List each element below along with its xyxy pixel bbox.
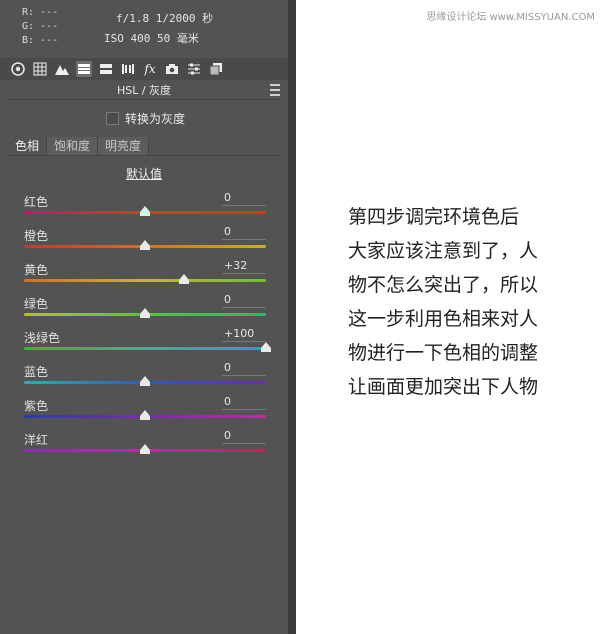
mountain-icon[interactable] xyxy=(54,61,70,77)
slider-aqua: 浅绿色 +100 xyxy=(24,327,271,363)
slider-label: 紫色 xyxy=(24,399,49,413)
slider-track[interactable] xyxy=(24,347,266,350)
slider-thumb[interactable] xyxy=(140,410,150,420)
slider-green: 绿色 0 xyxy=(24,293,270,329)
value-underline xyxy=(222,443,266,444)
article-text: 第四步调完环境色后 大家应该注意到了，人 物不怎么突出了，所以 这一步利用色相来… xyxy=(348,200,588,404)
hsl-tabs: 色相 饱和度 明亮度 xyxy=(8,137,150,155)
convert-grayscale-label: 转换为灰度 xyxy=(125,112,186,126)
convert-grayscale-option[interactable]: 转换为灰度 xyxy=(106,110,185,127)
presets-icon[interactable] xyxy=(208,61,224,77)
text-line: 大家应该注意到了，人 xyxy=(348,240,539,262)
slider-thumb[interactable] xyxy=(261,342,271,352)
slider-yellow: 黄色 +32 xyxy=(24,259,270,295)
exif-aperture-shutter: f/1.8 1/2000 秒 xyxy=(116,12,214,25)
aperture-icon[interactable] xyxy=(10,61,26,77)
slider-blue: 蓝色 0 xyxy=(24,361,270,397)
slider-thumb[interactable] xyxy=(140,240,150,250)
slider-value-field[interactable]: 0 xyxy=(224,293,231,306)
text-line: 第四步调完环境色后 xyxy=(348,206,520,228)
convert-grayscale-checkbox[interactable] xyxy=(106,112,119,125)
slider-label: 红色 xyxy=(24,195,49,209)
slider-thumb[interactable] xyxy=(179,274,189,284)
panel-menu-icon[interactable] xyxy=(270,84,280,96)
hsl-icon[interactable] xyxy=(76,61,92,77)
value-underline xyxy=(222,375,266,376)
panel-border xyxy=(288,0,296,634)
value-underline xyxy=(222,205,266,206)
camera-icon[interactable] xyxy=(164,61,180,77)
value-underline xyxy=(222,307,266,308)
split-tone-icon[interactable] xyxy=(98,61,114,77)
b-value: B: --- xyxy=(22,35,59,46)
text-line: 物不怎么突出了，所以 xyxy=(348,274,539,296)
tab-hue[interactable]: 色相 xyxy=(8,137,48,155)
text-line: 让画面更加突出下人物 xyxy=(348,376,539,398)
divider xyxy=(6,99,282,100)
slider-thumb[interactable] xyxy=(140,206,150,216)
hsl-panel: R: --- G: --- B: --- f/1.8 1/2000 秒 ISO … xyxy=(0,0,288,634)
sliders-icon[interactable] xyxy=(186,61,202,77)
text-line: 这一步利用色相来对人 xyxy=(348,308,539,330)
default-link[interactable]: 默认值 xyxy=(0,165,288,182)
fx-icon[interactable]: fx xyxy=(142,61,158,77)
value-underline xyxy=(222,409,266,410)
slider-label: 绿色 xyxy=(24,297,49,311)
slider-value-field[interactable]: 0 xyxy=(224,225,231,238)
slider-label: 浅绿色 xyxy=(24,331,61,345)
panel-title: HSL / 灰度 xyxy=(116,84,172,97)
slider-label: 洋红 xyxy=(24,433,49,447)
slider-label: 蓝色 xyxy=(24,365,49,379)
slider-value-field[interactable]: 0 xyxy=(224,395,231,408)
article-area: 思缘设计论坛 www.MISSYUAN.COM 第四步调完环境色后 大家应该注意… xyxy=(296,0,601,634)
slider-value-field[interactable]: 0 xyxy=(224,429,231,442)
slider-value-field[interactable]: 0 xyxy=(224,191,231,204)
info-area: R: --- G: --- B: --- f/1.8 1/2000 秒 ISO … xyxy=(0,0,288,56)
slider-red: 红色 0 xyxy=(24,191,270,227)
slider-value-field[interactable]: +100 xyxy=(224,327,254,340)
lens-icon[interactable] xyxy=(120,61,136,77)
value-underline xyxy=(222,341,266,342)
slider-label: 黄色 xyxy=(24,263,49,277)
panel-toolbar: fx xyxy=(0,58,288,80)
slider-value-field[interactable]: 0 xyxy=(224,361,231,374)
r-value: R: --- xyxy=(22,7,59,18)
rgb-readout: R: --- G: --- B: --- xyxy=(22,6,58,48)
slider-value-field[interactable]: +32 xyxy=(224,259,247,272)
exif-iso-focal: ISO 400 50 毫米 xyxy=(104,32,199,45)
divider xyxy=(6,155,282,156)
slider-thumb[interactable] xyxy=(140,308,150,318)
watermark: 思缘设计论坛 www.MISSYUAN.COM xyxy=(426,12,595,23)
value-underline xyxy=(222,239,266,240)
slider-purple: 紫色 0 xyxy=(24,395,270,431)
value-underline xyxy=(222,273,266,274)
slider-orange: 橙色 0 xyxy=(24,225,270,261)
text-line: 物进行一下色相的调整 xyxy=(348,342,539,364)
grid-icon[interactable] xyxy=(32,61,48,77)
tab-saturation[interactable]: 饱和度 xyxy=(47,137,99,155)
slider-thumb[interactable] xyxy=(140,376,150,386)
tab-luminance[interactable]: 明亮度 xyxy=(98,137,150,155)
slider-thumb[interactable] xyxy=(140,444,150,454)
default-link-label[interactable]: 默认值 xyxy=(126,167,162,181)
slider-track[interactable] xyxy=(24,279,266,282)
slider-magenta: 洋红 0 xyxy=(24,429,270,465)
slider-label: 橙色 xyxy=(24,229,49,243)
g-value: G: --- xyxy=(22,21,59,32)
